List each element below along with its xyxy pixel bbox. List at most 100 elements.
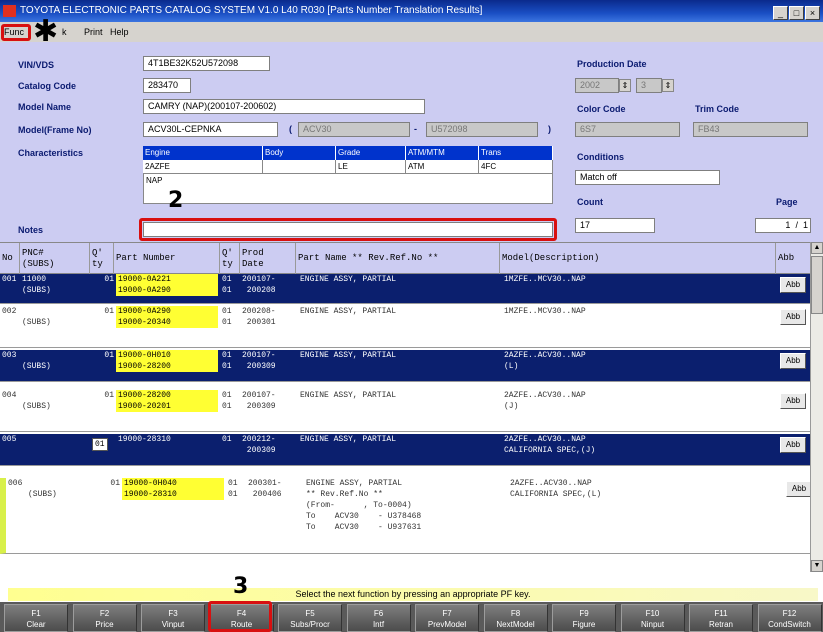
char-header-atm: ATM/MTM (406, 146, 479, 160)
char-value-grade: LE (336, 160, 406, 174)
th-part-number: Part Number (114, 243, 220, 274)
abb-button[interactable]: Abb (786, 481, 810, 497)
part-number-link[interactable]: 19000-20340 (116, 317, 218, 328)
row-pnc: (SUBS) (22, 402, 51, 411)
fkey-label: Ninput (640, 620, 665, 629)
part-number-link[interactable]: 19000-28200 (116, 390, 218, 401)
char-value-engine: 2AZFE (143, 160, 263, 174)
table-row[interactable]: 004 (SUBS) 01 19000-28200 19000-20201 01 01 2… (0, 390, 810, 432)
row-no: 005 (2, 435, 17, 444)
conditions-label: Conditions (577, 152, 624, 162)
production-date-label: Production Date (577, 59, 647, 69)
row-qty2: 01 01 (222, 307, 232, 327)
trim-code-field[interactable]: FB43 (693, 122, 808, 137)
fkey-ninput[interactable]: F10 Ninput (620, 604, 685, 632)
abb-button[interactable]: Abb (780, 393, 806, 409)
page-separator: / (795, 220, 798, 230)
row-pnc: (SUBS) (28, 490, 57, 499)
fkey-subs-procr[interactable]: F5 Subs/Procr (278, 604, 342, 632)
year-spinner[interactable]: ⇕ (619, 79, 631, 92)
model-name-field[interactable]: CAMRY (NAP)(200107-200602) (143, 99, 425, 114)
prod-year-field[interactable]: 2002 (575, 78, 619, 93)
abb-button[interactable]: Abb (780, 353, 806, 369)
part-number-link[interactable]: 19000-0A290 (116, 306, 218, 317)
abb-button[interactable]: Abb (780, 309, 806, 325)
table-row[interactable]: 001 11000 (SUBS) 01 19000-0A221 19000-0A290 0… (0, 274, 810, 304)
fkey-figure[interactable]: F9 Figure (552, 604, 616, 632)
th-model: Model(Description) (500, 243, 776, 274)
fkey-number: F10 (645, 609, 660, 618)
page-label: Page (776, 197, 798, 207)
part-number-link[interactable]: 19000-20201 (116, 401, 218, 412)
frame-serial-field[interactable]: U572098 (426, 122, 538, 137)
fkey-condswitch[interactable]: F12 CondSwitch (757, 604, 822, 632)
table-row[interactable]: 005 01 19000-28310 01 200212- 200309 ENGINE A… (0, 434, 810, 466)
fkey-number: F3 (168, 609, 178, 618)
row-qty2: 01 01 (222, 391, 232, 411)
abb-button[interactable]: Abb (780, 277, 806, 293)
prod-month-field[interactable]: 3 (636, 78, 662, 93)
table-row[interactable]: 006 (SUBS) 01 19000-0H040 19000-28310 01 01 2… (0, 478, 810, 554)
func-highlight-box (1, 24, 31, 41)
fkey-label: CondSwitch (768, 620, 811, 629)
fkey-number: F11 (714, 609, 728, 618)
fkey-prevmodel[interactable]: F7 PrevModel (415, 604, 479, 632)
app-logo-icon (3, 5, 16, 17)
fkey-nextmodel[interactable]: F8 NextModel (483, 604, 548, 632)
char-value-body (263, 160, 336, 174)
part-number-link[interactable]: 19000-0A290 (116, 285, 218, 296)
row-model: 1MZFE..MCV30..NAP (504, 307, 586, 316)
month-spinner[interactable]: ⇕ (662, 79, 674, 92)
fkey-clear[interactable]: F1 Clear (4, 604, 68, 632)
scroll-down-arrow-icon[interactable]: ▼ (811, 560, 823, 572)
catalog-code-field[interactable]: 283470 (143, 78, 191, 93)
row-pnc: 11000 (SUBS) (22, 275, 51, 295)
color-code-field[interactable]: 6S7 (575, 122, 680, 137)
part-number-link[interactable]: 19000-28200 (116, 361, 218, 372)
fkey-number: F5 (305, 609, 315, 618)
row-prod-date: 200212- 200309 (242, 435, 276, 455)
abb-button[interactable]: Abb (780, 437, 806, 453)
row-qty: 01 (104, 275, 114, 284)
page-current: 1 (785, 220, 791, 230)
table-row[interactable]: 003 (SUBS) 01 19000-0H010 19000-28200 01 01 2… (0, 350, 810, 382)
results-table: No PNC# (SUBS) Q' ty Part Number Q' ty P… (0, 242, 810, 572)
part-number-link[interactable]: 19000-0A221 (116, 274, 218, 285)
notes-label: Notes (18, 225, 44, 235)
window-titlebar: TOYOTA ELECTRONIC PARTS CATALOG SYSTEM V… (0, 0, 823, 22)
notes-highlight-box (139, 218, 557, 241)
row-prod-date: 200107- 200208 (242, 275, 276, 295)
catalog-code-label: Catalog Code (18, 81, 77, 91)
status-message: Select the next function by pressing an … (8, 588, 818, 601)
vertical-scrollbar[interactable]: ▲ ▼ (810, 242, 823, 572)
close-button[interactable]: × (805, 6, 820, 20)
row-qty2: 01 01 (228, 479, 238, 499)
part-number-link[interactable]: 19000-28310 (116, 434, 218, 445)
menu-help[interactable]: Help (110, 22, 129, 42)
fkey-intf[interactable]: F6 Intf (346, 604, 411, 632)
fkey-retran[interactable]: F11 Retran (689, 604, 753, 632)
part-number-link[interactable]: 19000-28310 (122, 489, 224, 500)
fkey-vinput[interactable]: F3 Vinput (141, 604, 205, 632)
vin-field[interactable]: 4T1BE32K52U572098 (143, 56, 270, 71)
frame-model-field[interactable]: ACV30L-CEPNKA (143, 122, 278, 137)
table-row[interactable]: 002 (SUBS) 01 19000-0A290 19000-20340 01 01 2… (0, 306, 810, 348)
frame-code-field[interactable]: ACV30 (298, 122, 410, 137)
menu-print[interactable]: Print (84, 22, 103, 42)
scroll-thumb[interactable] (811, 256, 823, 314)
fkey-price[interactable]: F2 Price (72, 604, 137, 632)
part-number-link[interactable]: 19000-0H010 (116, 350, 218, 361)
row-qty: 01 (104, 351, 114, 360)
row-model: 2AZFE..ACV30..NAP CALIFORNIA SPEC,(J) (504, 435, 596, 455)
part-number-link[interactable]: 19000-0H040 (122, 478, 224, 489)
row-no: 004 (2, 391, 17, 400)
fkey-number: F9 (579, 609, 589, 618)
fkey-number: F12 (782, 609, 797, 618)
fkey-number: F7 (442, 609, 452, 618)
scroll-up-arrow-icon[interactable]: ▲ (811, 242, 823, 254)
menu-back[interactable]: k (62, 22, 67, 42)
char-header-grade: Grade (336, 146, 406, 160)
minimize-button[interactable]: _ (773, 6, 788, 20)
conditions-field[interactable]: Match off (575, 170, 720, 185)
maximize-button[interactable]: □ (789, 6, 804, 20)
